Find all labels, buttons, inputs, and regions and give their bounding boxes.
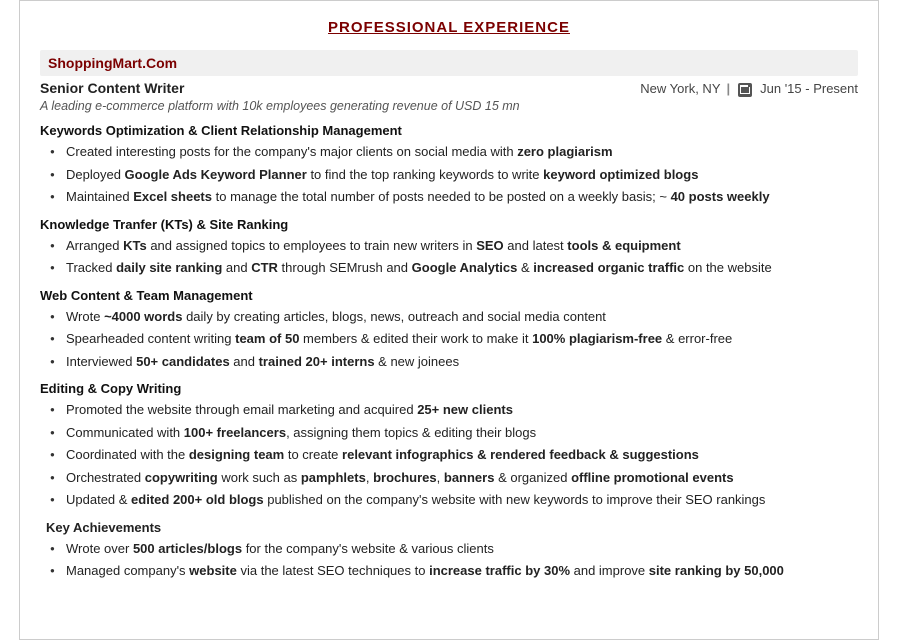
bullet-list-web-content: Wrote ~4000 words daily by creating arti… xyxy=(40,307,858,372)
list-item: Updated & edited 200+ old blogs publishe… xyxy=(50,490,858,510)
list-item: Wrote over 500 articles/blogs for the co… xyxy=(50,539,858,559)
list-item: Spearheaded content writing team of 50 m… xyxy=(50,329,858,349)
company-name: ShoppingMart.Com xyxy=(48,55,177,71)
job-title: Senior Content Writer xyxy=(40,80,184,96)
subsection-title-web-content: Web Content & Team Management xyxy=(40,288,858,303)
date-range: Jun '15 - Present xyxy=(760,81,858,96)
subsection-web-content: Web Content & Team Management Wrote ~400… xyxy=(40,288,858,372)
list-item: Coordinated with the designing team to c… xyxy=(50,445,858,465)
list-item: Maintained Excel sheets to manage the to… xyxy=(50,187,858,207)
subsection-title-keywords: Keywords Optimization & Client Relations… xyxy=(40,123,858,138)
company-bar: ShoppingMart.Com xyxy=(40,50,858,76)
subsection-title-editing: Editing & Copy Writing xyxy=(40,381,858,396)
list-item: Interviewed 50+ candidates and trained 2… xyxy=(50,352,858,372)
list-item: Arranged KTs and assigned topics to empl… xyxy=(50,236,858,256)
list-item: Created interesting posts for the compan… xyxy=(50,142,858,162)
job-description: A leading e-commerce platform with 10k e… xyxy=(40,99,858,113)
bullet-list-knowledge: Arranged KTs and assigned topics to empl… xyxy=(40,236,858,278)
list-item: Promoted the website through email marke… xyxy=(50,400,858,420)
calendar-icon xyxy=(738,83,752,97)
list-item: Deployed Google Ads Keyword Planner to f… xyxy=(50,165,858,185)
job-meta: New York, NY | Jun '15 - Present xyxy=(640,81,858,96)
list-item: Tracked daily site ranking and CTR throu… xyxy=(50,258,858,278)
separator: | xyxy=(726,81,730,96)
list-item: Wrote ~4000 words daily by creating arti… xyxy=(50,307,858,327)
subsection-title-knowledge: Knowledge Tranfer (KTs) & Site Ranking xyxy=(40,217,858,232)
achievements-title: Key Achievements xyxy=(46,520,858,535)
bullet-list-keywords: Created interesting posts for the compan… xyxy=(40,142,858,207)
subsection-editing: Editing & Copy Writing Promoted the webs… xyxy=(40,381,858,510)
list-item: Managed company's website via the latest… xyxy=(50,561,858,581)
resume-page: PROFESSIONAL EXPERIENCE ShoppingMart.Com… xyxy=(19,0,879,640)
list-item: Communicated with 100+ freelancers, assi… xyxy=(50,423,858,443)
subsection-keywords: Keywords Optimization & Client Relations… xyxy=(40,123,858,207)
location: New York, NY xyxy=(640,81,720,96)
list-item: Orchestrated copywriting work such as pa… xyxy=(50,468,858,488)
subsection-knowledge: Knowledge Tranfer (KTs) & Site Ranking A… xyxy=(40,217,858,278)
bullet-list-editing: Promoted the website through email marke… xyxy=(40,400,858,510)
subsection-achievements: Key Achievements Wrote over 500 articles… xyxy=(40,520,858,581)
section-title: PROFESSIONAL EXPERIENCE xyxy=(40,19,858,36)
job-header: Senior Content Writer New York, NY | Jun… xyxy=(40,80,858,96)
bullet-list-achievements: Wrote over 500 articles/blogs for the co… xyxy=(40,539,858,581)
